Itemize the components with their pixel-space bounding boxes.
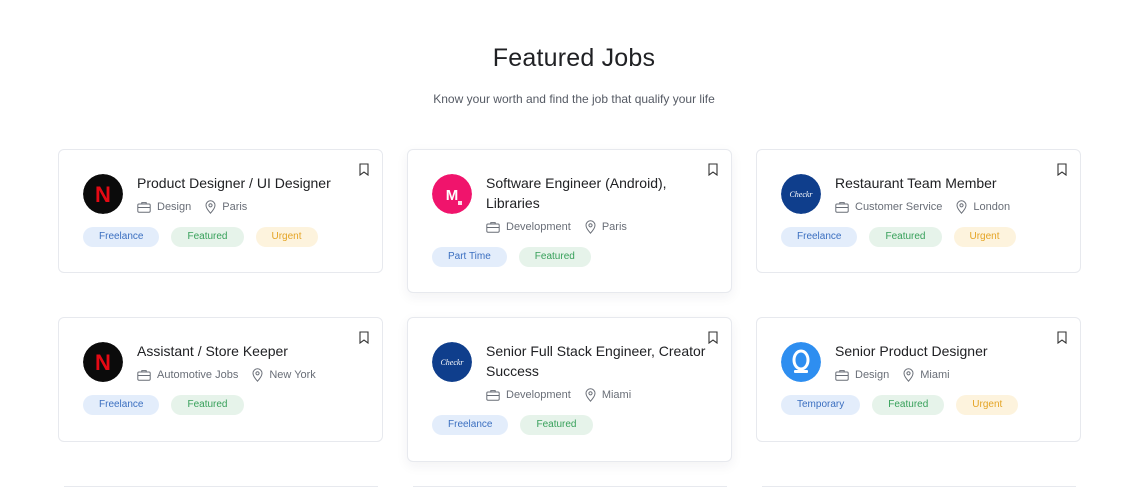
job-location: Paris [601, 221, 627, 233]
job-meta: Design Paris [137, 200, 247, 214]
tag-featured[interactable]: Featured [520, 415, 593, 435]
tag-temporary[interactable]: Temporary [781, 395, 861, 415]
tag-featured[interactable]: Featured [872, 395, 945, 415]
tag-featured[interactable]: Featured [518, 247, 591, 267]
location-pin-icon [903, 368, 914, 382]
m-logo-icon: M [432, 174, 472, 214]
briefcase-icon [137, 202, 151, 213]
job-title[interactable]: Restaurant Team Member [835, 173, 1065, 193]
job-card[interactable]: Checkr Senior Full Stack Engineer, Creat… [407, 317, 732, 462]
job-title[interactable]: Software Engineer (Android), Libraries [486, 173, 716, 213]
svg-text:M: M [446, 187, 459, 204]
job-title[interactable]: Senior Full Stack Engineer, Creator Succ… [486, 341, 716, 381]
job-title[interactable]: Assistant / Store Keeper [137, 341, 367, 361]
job-location: Miami [920, 369, 950, 381]
checkr-logo-icon: Checkr [781, 174, 821, 214]
tag-freelance[interactable]: Freelance [781, 227, 858, 247]
job-card[interactable]: Checkr Restaurant Team Member Customer S… [756, 149, 1081, 273]
company-logo: M [432, 174, 472, 214]
svg-text:Checkr: Checkr [789, 190, 813, 199]
job-meta: Design Miami [835, 368, 950, 382]
job-category: Design [157, 201, 192, 213]
job-tags: Freelance Featured Urgent [83, 227, 330, 247]
svg-text:Checkr: Checkr [440, 358, 464, 367]
job-category: Development [506, 221, 571, 233]
company-logo: Checkr [781, 174, 821, 214]
svg-text:N: N [95, 350, 111, 375]
job-tags: Temporary Featured Urgent [781, 395, 1030, 415]
job-tags: Freelance Featured [432, 415, 605, 435]
tag-featured[interactable]: Featured [171, 395, 244, 415]
job-meta: Development Miami [486, 388, 631, 402]
bookmark-icon[interactable] [1057, 163, 1067, 176]
location-pin-icon [252, 368, 263, 382]
location-pin-icon [205, 200, 216, 214]
location-pin-icon [956, 200, 967, 214]
company-logo [781, 342, 821, 382]
briefcase-icon [486, 222, 500, 233]
checkr-logo-icon: Checkr [432, 342, 472, 382]
company-logo: N [83, 342, 123, 382]
job-tags: Freelance Featured [83, 395, 256, 415]
company-logo: Checkr [432, 342, 472, 382]
bookmark-icon[interactable] [359, 163, 369, 176]
bookmark-icon[interactable] [708, 331, 718, 344]
job-meta: Development Paris [486, 220, 627, 234]
svg-text:N: N [95, 182, 111, 207]
job-category: Design [855, 369, 890, 381]
tag-part-time[interactable]: Part Time [432, 247, 507, 267]
briefcase-icon [835, 202, 849, 213]
job-location: Miami [601, 389, 632, 401]
bookmark-icon[interactable] [708, 163, 718, 176]
section-subtitle: Know your worth and find the job that qu… [433, 92, 715, 106]
job-location: London [973, 201, 1011, 213]
job-card[interactable]: Senior Product Designer Design Miami Tem… [756, 317, 1081, 442]
job-location: Paris [222, 201, 248, 213]
job-card[interactable]: N Assistant / Store Keeper Automotive Jo… [58, 317, 383, 442]
netflix-logo-icon: N [83, 174, 123, 214]
q-logo-icon [781, 342, 821, 382]
briefcase-icon [835, 370, 849, 381]
tag-urgent[interactable]: Urgent [953, 227, 1016, 247]
tag-freelance[interactable]: Freelance [83, 395, 160, 415]
job-location: New York [269, 369, 316, 381]
job-tags: Part Time Featured [432, 247, 603, 267]
netflix-logo-icon: N [83, 342, 123, 382]
bookmark-icon[interactable] [359, 331, 369, 344]
job-card[interactable]: N Product Designer / UI Designer Design … [58, 149, 383, 273]
tag-freelance[interactable]: Freelance [432, 415, 509, 435]
job-meta: Customer Service London [835, 200, 1010, 214]
job-category: Customer Service [855, 201, 943, 213]
tag-featured[interactable]: Featured [171, 227, 244, 247]
job-title[interactable]: Senior Product Designer [835, 341, 1065, 361]
section-title: Featured Jobs [492, 44, 656, 72]
job-card[interactable]: M Software Engineer (Android), Libraries… [407, 149, 732, 293]
briefcase-icon [137, 370, 151, 381]
tag-freelance[interactable]: Freelance [83, 227, 160, 247]
tag-urgent[interactable]: Urgent [255, 227, 318, 247]
bookmark-icon[interactable] [1057, 331, 1067, 344]
job-meta: Automotive Jobs New York [137, 368, 316, 382]
job-tags: Freelance Featured Urgent [781, 227, 1028, 247]
company-logo: N [83, 174, 123, 214]
job-category: Development [506, 389, 571, 401]
job-title[interactable]: Product Designer / UI Designer [137, 173, 367, 193]
tag-urgent[interactable]: Urgent [956, 395, 1019, 415]
briefcase-icon [486, 390, 500, 401]
location-pin-icon [585, 388, 596, 402]
tag-featured[interactable]: Featured [869, 227, 942, 247]
location-pin-icon [585, 220, 596, 234]
job-category: Automotive Jobs [157, 369, 239, 381]
